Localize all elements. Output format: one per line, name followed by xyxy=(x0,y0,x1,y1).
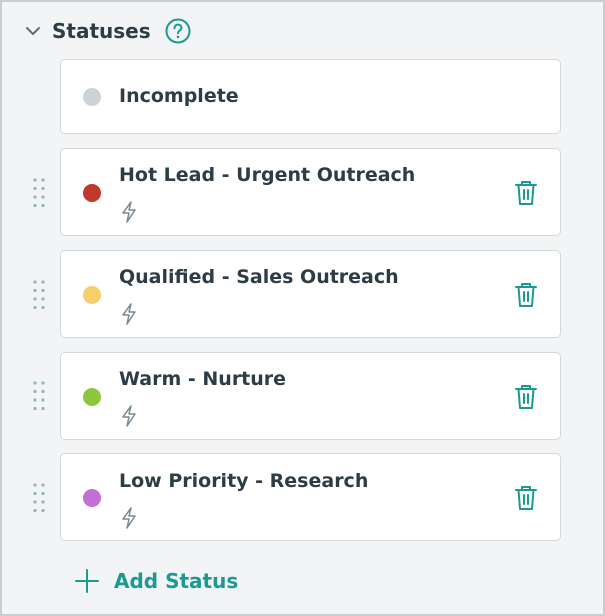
statuses-header[interactable]: Statuses xyxy=(24,16,191,46)
drag-handle-icon[interactable] xyxy=(32,279,46,311)
drag-handle-icon[interactable] xyxy=(32,177,46,209)
statuses-panel: Statuses Incomplete Hot Lead - Urgent Ou… xyxy=(0,0,605,616)
status-color-dot xyxy=(83,88,101,106)
lightning-icon[interactable] xyxy=(119,404,139,428)
lightning-icon[interactable] xyxy=(119,302,139,326)
chevron-down-icon[interactable] xyxy=(24,22,42,40)
status-label: Qualified - Sales Outreach xyxy=(119,266,399,288)
lightning-icon[interactable] xyxy=(119,200,139,224)
add-status-button[interactable]: Add Status xyxy=(74,566,238,596)
status-label: Warm - Nurture xyxy=(119,368,287,390)
question-circle-icon[interactable] xyxy=(165,18,191,44)
status-card-low-priority[interactable]: Low Priority - Research xyxy=(60,453,561,541)
plus-icon xyxy=(74,568,100,594)
trash-icon[interactable] xyxy=(514,282,538,308)
status-label: Low Priority - Research xyxy=(119,470,369,492)
status-label: Hot Lead - Urgent Outreach xyxy=(119,164,416,186)
status-card-warm[interactable]: Warm - Nurture xyxy=(60,352,561,440)
status-color-dot xyxy=(83,184,101,202)
trash-icon[interactable] xyxy=(514,485,538,511)
section-title: Statuses xyxy=(52,19,151,43)
trash-icon[interactable] xyxy=(514,384,538,410)
lightning-icon[interactable] xyxy=(119,506,139,530)
add-status-label: Add Status xyxy=(114,569,239,593)
status-card-incomplete[interactable]: Incomplete xyxy=(60,59,561,134)
drag-handle-icon[interactable] xyxy=(32,482,46,514)
drag-handle-icon[interactable] xyxy=(32,380,46,412)
trash-icon[interactable] xyxy=(514,180,538,206)
status-label: Incomplete xyxy=(119,85,239,107)
status-color-dot xyxy=(83,489,101,507)
status-card-hot-lead[interactable]: Hot Lead - Urgent Outreach xyxy=(60,148,561,236)
status-color-dot xyxy=(83,286,101,304)
status-color-dot xyxy=(83,388,101,406)
status-card-qualified[interactable]: Qualified - Sales Outreach xyxy=(60,250,561,338)
